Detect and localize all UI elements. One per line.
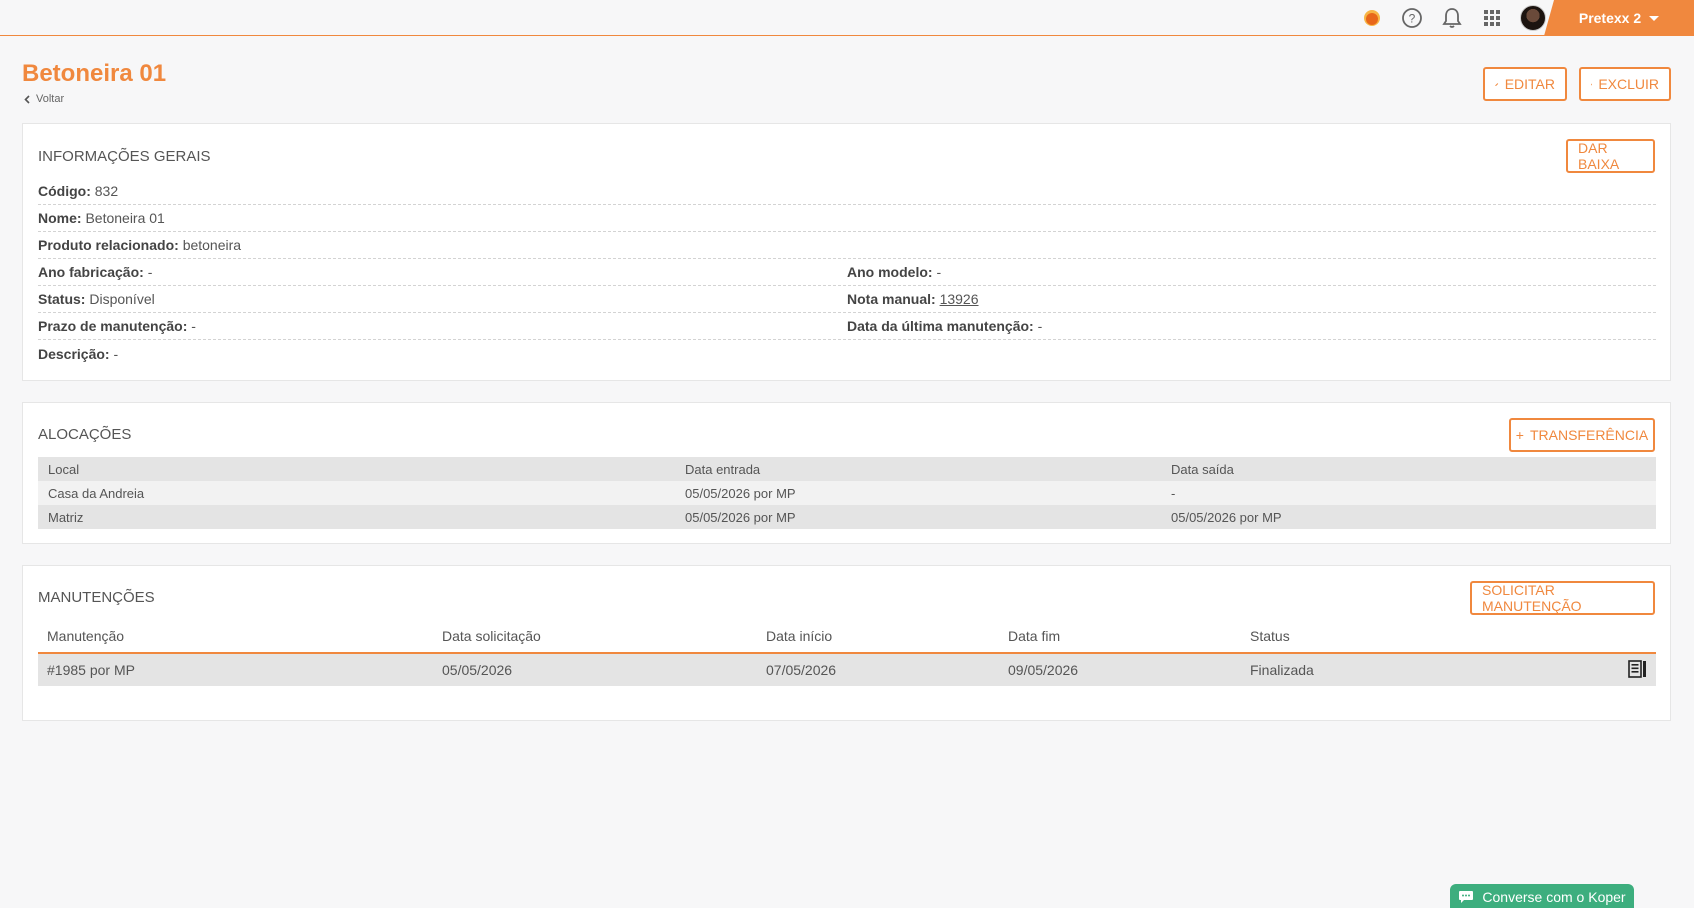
col-manutencao: Manutenção: [47, 628, 125, 644]
plus-icon: +: [1515, 427, 1524, 443]
cell-data-entrada: 05/05/2026 por MP: [685, 509, 796, 525]
codigo-label: Código:: [38, 183, 91, 199]
allocations-card: ALOCAÇÕES + TRANSFERÊNCIA Local Data ent…: [22, 402, 1671, 544]
col-data-inicio: Data início: [766, 628, 833, 644]
cell-data-fim: 09/05/2026: [1008, 662, 1079, 678]
document-details-icon[interactable]: [1628, 660, 1648, 681]
orange-dot-icon[interactable]: [1360, 6, 1384, 30]
descricao-label: Descrição:: [38, 345, 110, 362]
ultima-label: Data da última manutenção:: [847, 318, 1034, 334]
produto-label: Produto relacionado:: [38, 237, 179, 253]
ano-fab-value: -: [147, 264, 153, 280]
cell-manutencao: #1985 por MP: [47, 662, 135, 678]
descricao-value: -: [113, 345, 119, 362]
user-name: Pretexx 2: [1578, 10, 1642, 26]
ano-modelo-value: -: [936, 264, 942, 280]
ano-fab-label: Ano fabricação:: [38, 264, 144, 280]
table-row[interactable]: Casa da Andreia 05/05/2026 por MP -: [38, 481, 1656, 505]
edit-button[interactable]: EDITAR: [1483, 67, 1567, 101]
maintenance-card: MANUTENÇÕES SOLICITAR MANUTENÇÃO Manuten…: [22, 565, 1671, 721]
help-icon[interactable]: ?: [1400, 6, 1424, 30]
page-title: Betoneira 01: [22, 60, 167, 87]
general-info-title: INFORMAÇÕES GERAIS: [38, 148, 211, 165]
col-data-saida: Data saída: [1171, 461, 1234, 477]
user-menu[interactable]: Pretexx 2: [1544, 0, 1694, 36]
allocations-table: Local Data entrada Data saída Casa da An…: [38, 457, 1656, 529]
col-data-fim: Data fim: [1008, 628, 1061, 644]
request-maintenance-button[interactable]: SOLICITAR MANUTENÇÃO: [1470, 581, 1655, 615]
cell-local: Casa da Andreia: [48, 485, 145, 501]
col-status: Status: [1250, 628, 1290, 644]
cell-status: Finalizada: [1250, 662, 1314, 678]
avatar[interactable]: [1520, 5, 1546, 31]
general-info-card: INFORMAÇÕES GERAIS DAR BAIXA Código: 832…: [22, 123, 1671, 381]
transfer-button[interactable]: + TRANSFERÊNCIA: [1509, 418, 1655, 452]
ultima-value: -: [1037, 318, 1043, 334]
cell-data-inicio: 07/05/2026: [766, 662, 837, 678]
col-data-entrada: Data entrada: [685, 461, 761, 477]
bell-icon[interactable]: [1440, 6, 1464, 30]
info-row-status: Status: Disponível Nota manual: 13926: [38, 286, 1656, 313]
transfer-label: TRANSFERÊNCIA: [1529, 427, 1649, 443]
request-maintenance-label: SOLICITAR MANUTENÇÃO: [1482, 582, 1582, 614]
svg-text:?: ?: [1409, 12, 1416, 26]
top-icons: ?: [1360, 0, 1546, 36]
pencil-icon: [1495, 82, 1499, 86]
dar-baixa-button[interactable]: DAR BAIXA: [1566, 139, 1655, 173]
prazo-value: -: [191, 318, 196, 334]
ano-modelo-label: Ano modelo:: [847, 264, 933, 280]
back-label: Voltar: [36, 93, 65, 105]
nota-label: Nota manual:: [847, 291, 936, 307]
nome-value: Betoneira 01: [85, 210, 165, 226]
maintenance-title: MANUTENÇÕES: [38, 589, 155, 606]
apps-grid-icon[interactable]: [1480, 6, 1504, 30]
cell-local: Matriz: [48, 509, 84, 525]
info-row-nome: Nome: Betoneira 01: [38, 205, 1656, 232]
delete-button[interactable]: EXCLUIR: [1579, 67, 1671, 101]
top-bar: ? Pretexx 2: [0, 0, 1694, 36]
codigo-value: 832: [94, 183, 119, 199]
table-header: Local Data entrada Data saída: [38, 457, 1656, 481]
edit-label: EDITAR: [1504, 76, 1555, 92]
maintenance-table-header: Manutenção Data solicitação Data início …: [38, 620, 1656, 654]
nome-label: Nome:: [38, 210, 82, 226]
info-row-produto: Produto relacionado: betoneira: [38, 232, 1656, 259]
info-row-prazo: Prazo de manutenção: - Data da última ma…: [38, 313, 1656, 340]
cell-data-entrada: 05/05/2026 por MP: [685, 485, 796, 501]
cell-data-saida: -: [1171, 485, 1176, 501]
chat-label: Converse com o Koper: [1482, 889, 1626, 905]
table-row[interactable]: Matriz 05/05/2026 por MP 05/05/2026 por …: [38, 505, 1656, 529]
status-label: Status:: [38, 291, 86, 307]
cell-data-solicitacao: 05/05/2026: [442, 662, 513, 678]
back-link[interactable]: Voltar: [24, 93, 64, 105]
cell-data-saida: 05/05/2026 por MP: [1171, 509, 1282, 525]
chevron-down-icon: [1649, 15, 1660, 21]
info-row-descricao: Descrição: -: [38, 340, 1656, 367]
delete-label: EXCLUIR: [1598, 76, 1659, 92]
produto-value: betoneira: [182, 237, 242, 253]
col-data-solicitacao: Data solicitação: [442, 628, 541, 644]
dar-baixa-label: DAR BAIXA: [1578, 140, 1620, 172]
table-row[interactable]: #1985 por MP 05/05/2026 07/05/2026 09/05…: [38, 654, 1656, 686]
nota-link[interactable]: 13926: [940, 291, 979, 307]
trash-icon: [1591, 83, 1593, 85]
info-row-codigo: Código: 832: [38, 178, 1656, 205]
status-value: Disponível: [89, 291, 155, 307]
prazo-label: Prazo de manutenção:: [38, 318, 188, 334]
chat-button[interactable]: Converse com o Koper: [1450, 884, 1634, 908]
chat-bubble-icon: [1459, 891, 1474, 903]
info-row-ano: Ano fabricação: - Ano modelo: -: [38, 259, 1656, 286]
col-local: Local: [48, 461, 80, 477]
allocations-title: ALOCAÇÕES: [38, 426, 132, 443]
chevron-left-icon: [24, 94, 30, 104]
